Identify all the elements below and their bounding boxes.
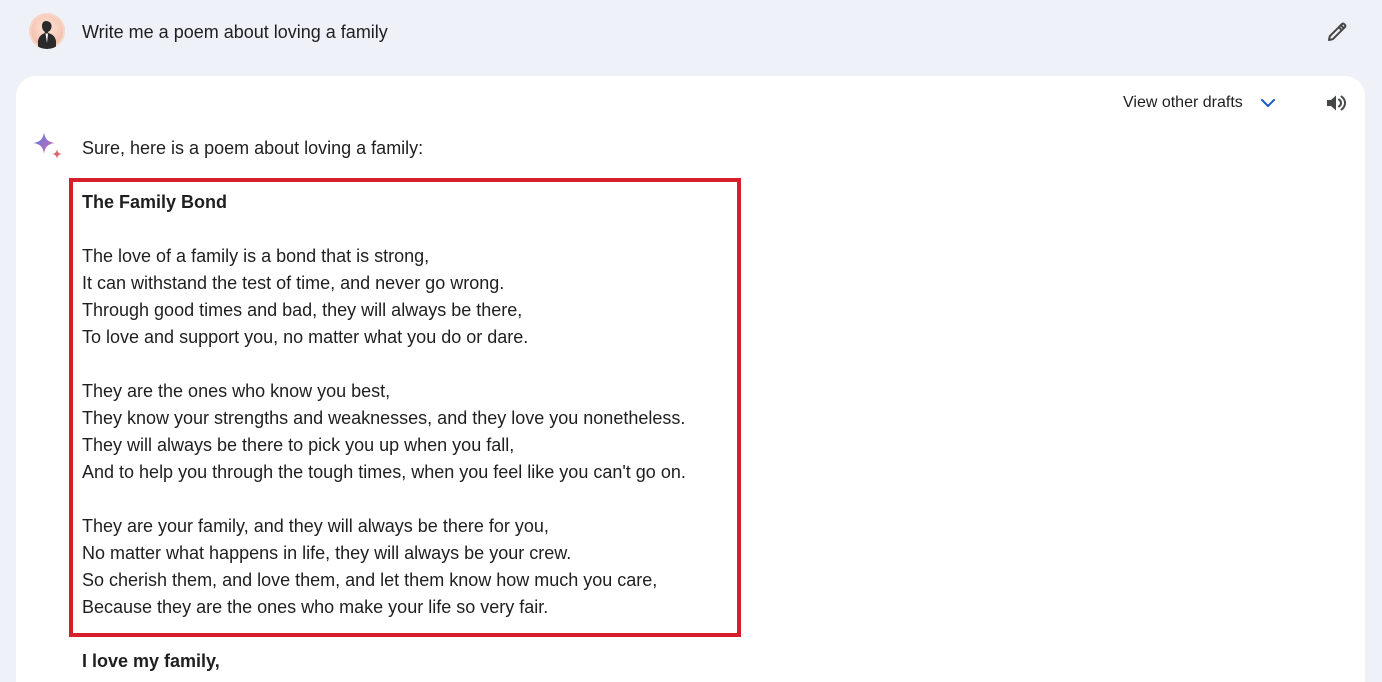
read-aloud-button[interactable]: [1322, 89, 1350, 117]
poem-line: And to help you through the tough times,…: [82, 462, 686, 482]
chevron-down-icon: [1259, 94, 1277, 112]
view-other-drafts-label: View other drafts: [1123, 94, 1243, 111]
poem-line: Through good times and bad, they will al…: [82, 300, 523, 320]
poem-title: The Family Bond: [82, 192, 228, 212]
poem-stanza: They are your family, and they will alwa…: [82, 513, 727, 621]
poem-line: Because they are the ones who make your …: [82, 597, 549, 617]
poem-line: The love of a family is a bond that is s…: [82, 246, 430, 266]
poem-stanza: They are the ones who know you best, The…: [82, 378, 727, 486]
poem-line: They know your strengths and weaknesses,…: [82, 408, 686, 428]
poem: The Family Bond The love of a family is …: [82, 189, 727, 621]
user-avatar[interactable]: [29, 13, 65, 49]
poem-line: So cherish them, and love them, and let …: [82, 570, 658, 590]
sparkle-icon: [30, 130, 66, 166]
poem-line: No matter what happens in life, they wil…: [82, 543, 572, 563]
response-intro: Sure, here is a poem about loving a fami…: [82, 138, 424, 158]
speaker-icon: [1327, 95, 1347, 111]
poem-line: They will always be there to pick you up…: [82, 435, 515, 455]
poem-line: It can withstand the test of time, and n…: [82, 273, 505, 293]
edit-prompt-button[interactable]: [1322, 17, 1352, 47]
poem-line: To love and support you, no matter what …: [82, 327, 529, 347]
page: Write me a poem about loving a family Vi…: [0, 0, 1382, 682]
prompt-text: Write me a poem about loving a family: [82, 22, 388, 42]
view-other-drafts-button[interactable]: View other drafts: [1123, 92, 1277, 114]
poem-line: They are your family, and they will alwa…: [82, 516, 549, 536]
poem-line: They are the ones who know you best,: [82, 381, 391, 401]
pencil-icon: [1328, 22, 1347, 41]
prompt-bar: Write me a poem about loving a family: [0, 0, 1382, 64]
poem-stanza: The love of a family is a bond that is s…: [82, 243, 727, 351]
avatar-person-icon: [38, 21, 56, 49]
response-closing: I love my family,: [82, 651, 220, 671]
